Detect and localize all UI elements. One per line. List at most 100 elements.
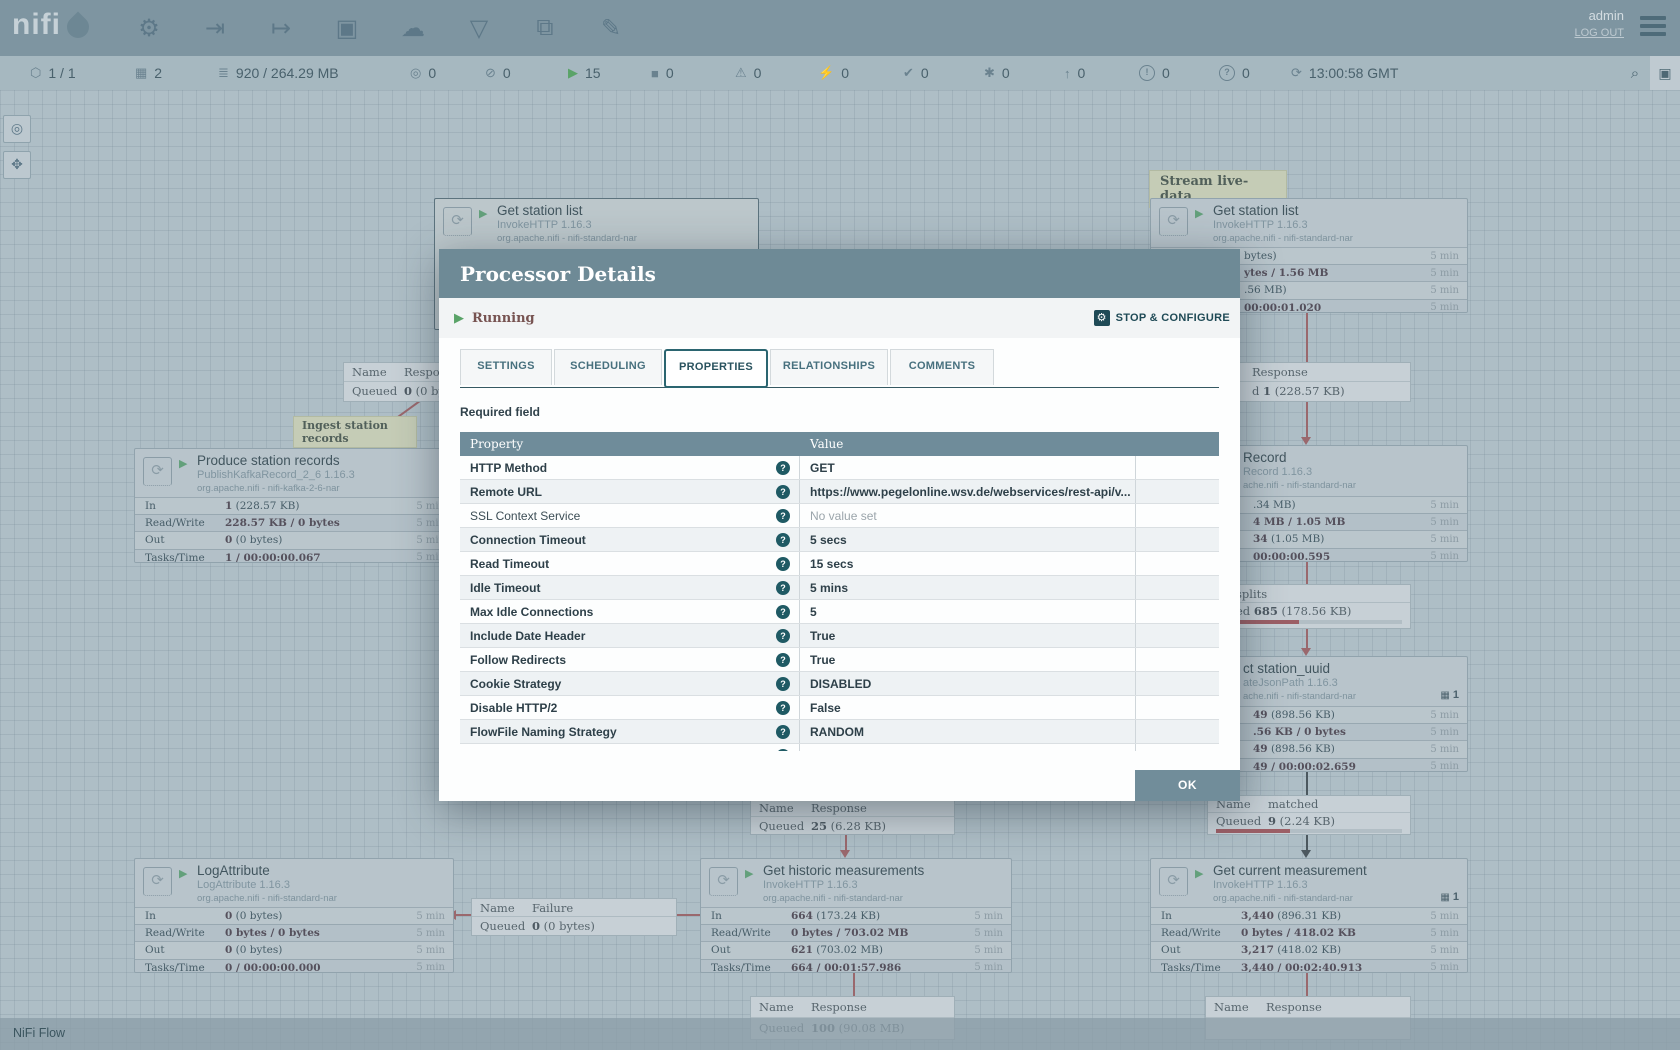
stopped-status: ■0 [651,56,674,90]
help-icon[interactable]: ? [776,557,790,571]
processor-get-current-measurement[interactable]: ⟳ ▶ Get current measurement InvokeHTTP 1… [1150,858,1468,973]
backpressure-bar [1214,620,1402,624]
app-header: nifi ⚙ ⇥ ↦ ▣ ☁ ▽ ⧉ ✎ admin LOG OUT [0,0,1680,56]
stat-row: Read/Write228.57 KB / 0 bytes5 min [135,514,453,531]
ok-button[interactable]: OK [1135,770,1240,801]
disabled-status: ⚡0 [818,56,849,90]
stat-row: 34 (1.05 MB)5 min [1233,530,1467,547]
processor-toolbar-icon[interactable]: ⚙ [132,14,166,43]
running-icon: ▶ [454,310,464,326]
processor-get-historic-measurements[interactable]: ⟳ ▶ Get historic measurements InvokeHTTP… [700,858,1012,973]
dialog-status-strip: ▶ Running ⚙ STOP & CONFIGURE [439,298,1240,338]
help-icon[interactable]: ? [776,533,790,547]
processor-record-partial[interactable]: Record Record 1.16.3 ache.nifi - nifi-st… [1232,445,1468,562]
global-menu-icon[interactable] [1640,12,1666,40]
help-icon[interactable]: ? [776,629,790,643]
connection-label-failure[interactable]: NameFailure Queued0 (0 bytes) [471,898,677,936]
connection-label-matched[interactable]: Namematched Queued9 (2.24 KB) [1207,795,1411,835]
property-row: Connection Timeout? 5 secs [460,528,1219,552]
funnel-toolbar-icon[interactable]: ▽ [462,14,496,43]
property-row: Read Timeout? 15 secs [460,552,1219,576]
modified-stale-status: !0 [1139,56,1170,90]
help-icon[interactable]: ? [776,485,790,499]
processor-icon: ⟳ [143,457,172,486]
connection-arrow [1301,850,1311,858]
stop-and-configure-button[interactable]: ⚙ STOP & CONFIGURE [1094,310,1230,326]
tab-scheduling[interactable]: SCHEDULING [554,349,662,385]
connection-label-response-right-partial[interactable]: Response d 1 (228.57 KB) [1221,362,1411,402]
run-status-text: Running [472,311,535,326]
processor-details-dialog: Processor Details ▶ Running ⚙ STOP & CON… [439,249,1240,801]
modified-stale-icon: ! [1139,65,1155,81]
tab-settings[interactable]: SETTINGS [460,349,552,385]
tab-relationships[interactable]: RELATIONSHIPS [770,349,888,385]
process-group-toolbar-icon[interactable]: ▣ [330,14,364,43]
processor-title: ct station_uuid [1243,661,1330,676]
running-icon: ▶ [568,65,578,81]
stat-row: In0 (0 bytes)5 min [135,907,453,924]
processor-log-attribute[interactable]: ⟳ ▶ LogAttribute LogAttribute 1.16.3 org… [134,858,454,973]
help-icon[interactable]: ? [776,725,790,739]
processor-icon: ⟳ [709,867,738,896]
help-icon[interactable]: ? [776,509,790,523]
processor-title: Get historic measurements [763,863,924,878]
connection-line [845,833,847,850]
property-row: Follow Redirects? True [460,648,1219,672]
processor-type: InvokeHTTP 1.16.3 [497,219,592,231]
help-icon[interactable]: ? [776,581,790,595]
output-port-toolbar-icon[interactable]: ↦ [264,14,298,43]
stat-row: Tasks/Time0 / 00:00:00.0005 min [135,959,453,973]
processor-extract-station-uuid-partial[interactable]: ct station_uuid ateJsonPath 1.16.3 ache.… [1232,656,1468,772]
queued-status: ≣920 / 264.29 MB [218,56,339,90]
processor-icon: ⟳ [1159,867,1188,896]
property-row: Remote URL? https://www.pegelonline.wsv.… [460,480,1219,504]
processor-type: ateJsonPath 1.16.3 [1243,677,1338,689]
remote-process-group-toolbar-icon[interactable]: ☁ [396,14,430,43]
processor-title: Record [1243,450,1287,465]
processor-title: Get current measurement [1213,863,1367,878]
stat-row: 00:00:00.5955 min [1233,548,1467,562]
up-to-date-icon: ✔ [903,65,914,81]
input-port-toolbar-icon[interactable]: ⇥ [198,14,232,43]
property-row: Disable HTTP/2? False [460,696,1219,720]
stat-row: Out3,217 (418.02 KB)5 min [1151,941,1467,958]
template-toolbar-icon[interactable]: ⧉ [528,14,562,42]
help-icon[interactable]: ? [776,677,790,691]
canvas-label-ingest-station-records[interactable]: Ingest station records [293,416,417,448]
help-icon[interactable]: ? [776,701,790,715]
processor-bundle: org.apache.nifi - nifi-kafka-2-6-nar [197,483,340,494]
help-icon[interactable]: ? [776,461,790,475]
breadcrumb[interactable]: NiFi Flow [13,1026,65,1040]
birdseye-button[interactable]: ◎ [3,115,31,143]
value-column-header: Value [800,437,1219,451]
stat-row: Read/Write0 bytes / 0 bytes5 min [135,924,453,941]
settings-panel-button[interactable]: ▣ [1650,56,1680,90]
hand-tool-button[interactable]: ✥ [3,151,31,179]
transmitting-status: ◎0 [410,56,436,90]
dialog-header: Processor Details [439,249,1240,298]
stat-row: In1 (228.57 KB)5 min [135,497,453,514]
logout-link[interactable]: LOG OUT [1574,27,1624,39]
property-row: Attributes to Send? No value set [460,744,1219,751]
connection-line [1306,559,1308,584]
connection-label-response-25[interactable]: NameResponse Queued25 (6.28 KB) [750,798,955,835]
property-column-header: Property [460,437,800,451]
help-icon[interactable]: ? [776,605,790,619]
locally-modified-status: ✱0 [984,56,1010,90]
stopped-icon: ■ [651,66,659,81]
search-icon[interactable]: ⌕ [1620,65,1650,82]
processor-bundle: ache.nifi - nifi-standard-nar [1243,691,1356,702]
stat-row: Out0 (0 bytes)5 min [135,941,453,958]
label-toolbar-icon[interactable]: ✎ [594,14,628,43]
processor-produce-station-records[interactable]: ⟳ ▶ Produce station records PublishKafka… [134,448,454,563]
threads-icon: ▦ [1440,892,1449,903]
tab-comments[interactable]: COMMENTS [890,349,994,385]
connection-line [1306,400,1308,437]
tab-properties[interactable]: PROPERTIES [664,349,768,388]
property-row: Cookie Strategy? DISABLED [460,672,1219,696]
sync-failure-status: ?0 [1219,56,1250,90]
stale-icon: ↑ [1064,66,1071,81]
help-icon[interactable]: ? [776,653,790,667]
last-refresh[interactable]: ⟳13:00:58 GMT [1291,56,1398,90]
help-icon[interactable]: ? [776,749,790,752]
